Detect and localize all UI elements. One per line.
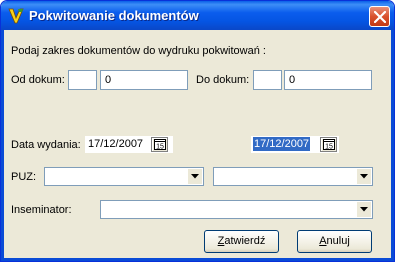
dialog-window: Pokwitowanie dokumentów Podaj zakres dok… (0, 0, 395, 262)
window-frame-left (1, 30, 4, 261)
confirm-button[interactable]: Zatwierdź (204, 230, 279, 253)
issue-date-value-2: 17/12/2007 (253, 137, 311, 151)
from-document-label: Od dokum: (11, 74, 65, 86)
puz-select-1-dropdown[interactable] (187, 169, 202, 184)
svg-text:15: 15 (156, 144, 164, 151)
inseminator-label: Inseminator: (11, 204, 72, 216)
title-bar[interactable]: Pokwitowanie dokumentów (1, 1, 394, 30)
chevron-down-icon (360, 174, 368, 179)
to-document-label: Do dokum: (196, 74, 250, 86)
calendar-button[interactable]: 15 (151, 137, 168, 152)
issue-date-picker-2[interactable]: 17/12/2007 15 (251, 136, 339, 153)
calendar-icon: 15 (323, 139, 335, 150)
from-document-prefix-input[interactable] (68, 70, 97, 90)
puz-select-2[interactable] (213, 167, 373, 186)
close-icon (374, 11, 386, 23)
range-prompt: Podaj zakres dokumentów do wydruku pokwi… (11, 45, 266, 57)
issue-date-label: Data wydania: (11, 139, 81, 151)
chevron-down-icon (191, 174, 199, 179)
from-document-number-input[interactable]: 0 (100, 70, 188, 90)
app-logo-icon (8, 8, 24, 24)
issue-date-picker[interactable]: 17/12/2007 15 (85, 136, 173, 153)
to-document-number-input[interactable]: 0 (284, 70, 372, 90)
window-title: Pokwitowanie dokumentów (29, 8, 199, 23)
puz-label: PUZ: (11, 171, 37, 183)
to-document-prefix-input[interactable] (253, 70, 282, 90)
close-button[interactable] (369, 6, 390, 27)
puz-select-2-dropdown[interactable] (356, 169, 371, 184)
svg-text:15: 15 (325, 144, 333, 151)
calendar-button-2[interactable]: 15 (320, 137, 337, 152)
inseminator-select-dropdown[interactable] (356, 202, 371, 217)
inseminator-select[interactable] (100, 200, 373, 219)
window-frame-bottom (1, 258, 394, 261)
window-frame-right (391, 30, 394, 261)
calendar-icon: 15 (154, 139, 166, 150)
puz-select-1[interactable] (44, 167, 204, 186)
cancel-button[interactable]: Anuluj (297, 230, 372, 253)
chevron-down-icon (360, 207, 368, 212)
issue-date-value: 17/12/2007 (88, 138, 144, 150)
